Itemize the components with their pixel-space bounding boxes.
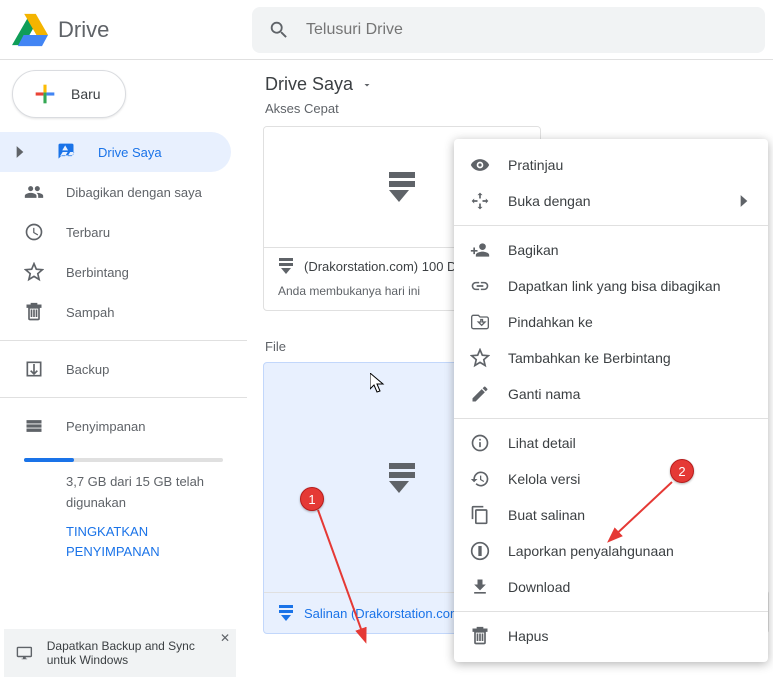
- search-input[interactable]: [306, 21, 749, 39]
- file-icon: [278, 258, 294, 274]
- plus-icon: [31, 80, 59, 108]
- file-icon: [278, 605, 294, 621]
- backup-sync-promo[interactable]: Dapatkan Backup and Sync untuk Windows ✕: [4, 629, 236, 677]
- trash-icon: [24, 302, 44, 322]
- sidebar-item-backups[interactable]: Backup: [0, 349, 231, 389]
- chevron-down-icon: [361, 79, 373, 91]
- sidebar-item-label: Sampah: [66, 305, 114, 320]
- storage-block: 3,7 GB dari 15 GB telah digunakan TINGKA…: [0, 446, 247, 563]
- monitor-icon: [16, 642, 33, 664]
- cursor-icon: [370, 373, 386, 393]
- shared-icon: [24, 182, 44, 202]
- storage-text: 3,7 GB dari 15 GB telah digunakan: [66, 472, 223, 514]
- ctx-item-label: Laporkan penyalahgunaan: [508, 543, 674, 559]
- breadcrumb-title: Drive Saya: [265, 74, 353, 95]
- sidebar-item-label: Dibagikan dengan saya: [66, 185, 202, 200]
- promo-text: Dapatkan Backup and Sync untuk Windows: [47, 639, 224, 667]
- annotation-badge-2: 2: [670, 459, 694, 483]
- storage-icon: [24, 416, 44, 436]
- ctx-item-get-link[interactable]: Dapatkan link yang bisa dibagikan: [454, 268, 768, 304]
- ctx-item-details[interactable]: Lihat detail: [454, 425, 768, 461]
- new-button-label: Baru: [71, 86, 101, 102]
- close-icon[interactable]: ✕: [220, 631, 230, 645]
- ctx-item-download[interactable]: Download: [454, 569, 768, 605]
- ctx-item-open-with[interactable]: Buka dengan: [454, 183, 768, 219]
- clock-icon: [24, 222, 44, 242]
- ctx-item-label: Buka dengan: [508, 193, 591, 209]
- ctx-item-label: Tambahkan ke Berbintang: [508, 350, 671, 366]
- open-with-icon: [470, 191, 490, 211]
- ctx-item-label: Buat salinan: [508, 507, 585, 523]
- sidebar-item-my-drive[interactable]: Drive Saya: [0, 132, 231, 172]
- ctx-item-label: Hapus: [508, 628, 548, 644]
- edit-icon: [470, 384, 490, 404]
- ctx-item-move[interactable]: Pindahkan ke: [454, 304, 768, 340]
- sidebar-item-label: Drive Saya: [98, 145, 162, 160]
- breadcrumb[interactable]: Drive Saya: [263, 68, 769, 99]
- ctx-item-remove[interactable]: Hapus: [454, 618, 768, 654]
- chevron-right-icon: [734, 191, 754, 211]
- new-button[interactable]: Baru: [12, 70, 126, 118]
- search-bar[interactable]: [252, 7, 765, 53]
- upgrade-storage-link[interactable]: TINGKATKAN PENYIMPANAN: [66, 524, 160, 560]
- storage-bar: [24, 458, 223, 462]
- chevron-right-icon: [10, 142, 30, 162]
- header: Drive: [0, 0, 773, 60]
- person-add-icon: [470, 240, 490, 260]
- download-icon: [470, 577, 490, 597]
- sidebar-item-shared[interactable]: Dibagikan dengan saya: [0, 172, 231, 212]
- report-icon: [470, 541, 490, 561]
- sidebar: Baru Drive Saya Dibagikan dengan saya Te…: [0, 60, 247, 681]
- ctx-item-versions[interactable]: Kelola versi: [454, 461, 768, 497]
- ctx-item-label: Bagikan: [508, 242, 559, 258]
- trash-icon: [470, 626, 490, 646]
- quick-access-label: Akses Cepat: [263, 99, 769, 126]
- ctx-item-label: Pindahkan ke: [508, 314, 593, 330]
- sidebar-item-starred[interactable]: Berbintang: [0, 252, 231, 292]
- annotation-badge-1: 1: [300, 487, 324, 511]
- folder-move-icon: [470, 312, 490, 332]
- sidebar-item-label: Berbintang: [66, 265, 129, 280]
- ctx-item-rename[interactable]: Ganti nama: [454, 376, 768, 412]
- ctx-item-share[interactable]: Bagikan: [454, 232, 768, 268]
- eye-icon: [470, 155, 490, 175]
- my-drive-icon: [56, 142, 76, 162]
- sidebar-item-label: Backup: [66, 362, 109, 377]
- ctx-item-copy[interactable]: Buat salinan: [454, 497, 768, 533]
- logo-block[interactable]: Drive: [0, 12, 252, 48]
- ctx-item-star[interactable]: Tambahkan ke Berbintang: [454, 340, 768, 376]
- ctx-item-preview[interactable]: Pratinjau: [454, 147, 768, 183]
- info-icon: [470, 433, 490, 453]
- quick-card-title: (Drakorstation.com) 100 D: [304, 259, 456, 274]
- context-menu: Pratinjau Buka dengan Bagikan Dapatkan l…: [454, 139, 768, 662]
- ctx-item-label: Kelola versi: [508, 471, 580, 487]
- drive-logo-icon: [12, 12, 48, 48]
- copy-icon: [470, 505, 490, 525]
- app-name: Drive: [58, 17, 109, 43]
- ctx-item-label: Ganti nama: [508, 386, 580, 402]
- sidebar-item-storage[interactable]: Penyimpanan: [0, 406, 231, 446]
- nav: Drive Saya Dibagikan dengan saya Terbaru…: [0, 132, 247, 563]
- sidebar-item-label: Penyimpanan: [66, 419, 146, 434]
- ctx-item-label: Pratinjau: [508, 157, 563, 173]
- star-icon: [24, 262, 44, 282]
- search-icon: [268, 19, 290, 41]
- sidebar-item-recent[interactable]: Terbaru: [0, 212, 231, 252]
- backup-icon: [24, 359, 44, 379]
- sidebar-item-trash[interactable]: Sampah: [0, 292, 231, 332]
- ctx-item-label: Dapatkan link yang bisa dibagikan: [508, 278, 720, 294]
- star-icon: [470, 348, 490, 368]
- ctx-item-report[interactable]: Laporkan penyalahgunaan: [454, 533, 768, 569]
- link-icon: [470, 276, 490, 296]
- sidebar-item-label: Terbaru: [66, 225, 110, 240]
- ctx-item-label: Download: [508, 579, 570, 595]
- history-icon: [470, 469, 490, 489]
- ctx-item-label: Lihat detail: [508, 435, 576, 451]
